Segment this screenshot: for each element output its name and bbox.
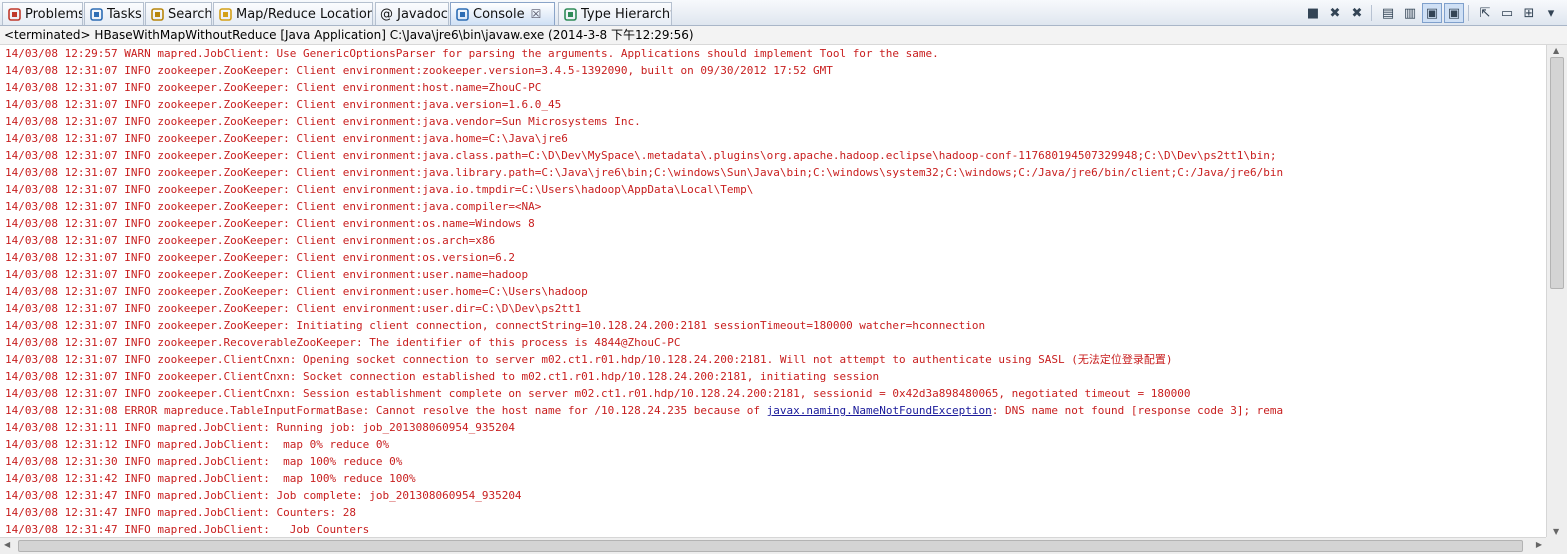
- console-line: 14/03/08 12:31:07 INFO zookeeper.ZooKeep…: [5, 268, 529, 281]
- display-selected-console-icon[interactable]: ▭: [1497, 3, 1517, 23]
- console-line: 14/03/08 12:31:07 INFO zookeeper.Recover…: [5, 336, 681, 349]
- console-line: 14/03/08 12:31:07 INFO zookeeper.ZooKeep…: [5, 166, 1284, 179]
- toolbar-separator: [1371, 5, 1372, 21]
- show-console-on-stdout-icon[interactable]: ▣: [1422, 3, 1442, 23]
- tab-label: Problems: [25, 6, 83, 22]
- console-icon: [455, 7, 470, 22]
- console-line: 14/03/08 12:31:07 INFO zookeeper.ZooKeep…: [5, 200, 542, 213]
- scroll-right-icon[interactable]: ▶: [1536, 540, 1542, 549]
- tab-label: Search: [168, 6, 212, 22]
- view-menu-icon[interactable]: ▾: [1541, 3, 1561, 23]
- problems-icon: [7, 7, 22, 22]
- console-line: 14/03/08 12:29:57 WARN mapred.JobClient:…: [5, 47, 939, 60]
- console-line: 14/03/08 12:31:08 ERROR mapreduce.TableI…: [5, 404, 1284, 417]
- open-console-icon[interactable]: ⊞: [1519, 3, 1539, 23]
- console-line: 14/03/08 12:31:07 INFO zookeeper.ZooKeep…: [5, 183, 754, 196]
- tab-map-reduce-locations[interactable]: Map/Reduce Locations: [213, 2, 373, 25]
- horizontal-scroll-thumb[interactable]: [18, 540, 1523, 552]
- remove-launch-icon[interactable]: ✖: [1325, 3, 1345, 23]
- console-line: 14/03/08 12:31:30 INFO mapred.JobClient:…: [5, 455, 403, 468]
- console-line: 14/03/08 12:31:07 INFO zookeeper.ClientC…: [5, 370, 880, 383]
- launch-status-label: <terminated> HBaseWithMapWithoutReduce […: [0, 26, 1567, 45]
- tab-tasks[interactable]: Tasks: [84, 2, 144, 25]
- show-console-on-stderr-icon[interactable]: ▣: [1444, 3, 1464, 23]
- console-output[interactable]: 14/03/08 12:29:57 WARN mapred.JobClient:…: [0, 45, 1546, 537]
- tab-console[interactable]: Console ☒: [450, 2, 555, 25]
- console-line: 14/03/08 12:31:07 INFO zookeeper.ZooKeep…: [5, 319, 986, 332]
- scroll-lock-icon[interactable]: ▥: [1400, 3, 1420, 23]
- remove-all-terminated-icon[interactable]: ✖: [1347, 3, 1367, 23]
- scroll-up-icon[interactable]: ▲: [1553, 46, 1559, 55]
- console-line: 14/03/08 12:31:42 INFO mapred.JobClient:…: [5, 472, 416, 485]
- console-line: 14/03/08 12:31:07 INFO zookeeper.ZooKeep…: [5, 302, 582, 315]
- tab-search[interactable]: Search: [145, 2, 212, 25]
- tasks-icon: [89, 7, 104, 22]
- scroll-down-icon[interactable]: ▼: [1553, 527, 1559, 536]
- close-tab-icon[interactable]: ☒: [531, 7, 542, 21]
- vertical-scroll-thumb[interactable]: [1550, 57, 1564, 289]
- console-line: 14/03/08 12:31:47 INFO mapred.JobClient:…: [5, 489, 522, 502]
- console-line: 14/03/08 12:31:07 INFO zookeeper.ZooKeep…: [5, 217, 535, 230]
- console-toolbar: ■ ✖ ✖ ▤ ▥ ▣ ▣ ⇱ ▭ ⊞ ▾: [1301, 3, 1561, 23]
- console-line: 14/03/08 12:31:07 INFO zookeeper.ZooKeep…: [5, 81, 542, 94]
- console-line: 14/03/08 12:31:47 INFO mapred.JobClient:…: [5, 506, 356, 519]
- tab-javadoc[interactable]: @ Javadoc: [375, 2, 449, 25]
- console-line: 14/03/08 12:31:12 INFO mapred.JobClient:…: [5, 438, 390, 451]
- console-line: 14/03/08 12:31:07 INFO zookeeper.ZooKeep…: [5, 285, 588, 298]
- console-line: 14/03/08 12:31:07 INFO zookeeper.ZooKeep…: [5, 251, 515, 264]
- scrollbar-corner: [1546, 537, 1567, 554]
- console-line: 14/03/08 12:31:07 INFO zookeeper.ClientC…: [5, 387, 1191, 400]
- console-line: 14/03/08 12:31:07 INFO zookeeper.ZooKeep…: [5, 149, 1277, 162]
- terminate-icon[interactable]: ■: [1303, 3, 1323, 23]
- console-line: 14/03/08 12:31:47 INFO mapred.JobClient:…: [5, 523, 370, 536]
- tab-label: Map/Reduce Locations: [236, 6, 373, 22]
- exception-link[interactable]: javax.naming.NameNotFoundException: [767, 404, 992, 417]
- clear-console-icon[interactable]: ▤: [1378, 3, 1398, 23]
- console-line: 14/03/08 12:31:07 INFO zookeeper.ClientC…: [5, 353, 1173, 366]
- toolbar-separator: [1468, 5, 1469, 21]
- type-hierarchy-icon: [563, 7, 578, 22]
- mapreduce-elephant-icon: [218, 7, 233, 22]
- console-line: 14/03/08 12:31:11 INFO mapred.JobClient:…: [5, 421, 515, 434]
- tab-label: Tasks: [107, 6, 142, 22]
- tab-type-hierarchy[interactable]: Type Hierarchy: [558, 2, 672, 25]
- console-line: 14/03/08 12:31:07 INFO zookeeper.ZooKeep…: [5, 132, 568, 145]
- tab-label: Type Hierarchy: [581, 6, 672, 22]
- console-line: 14/03/08 12:31:07 INFO zookeeper.ZooKeep…: [5, 234, 496, 247]
- tab-label: @ Javadoc: [380, 6, 448, 22]
- tab-label: Console: [473, 6, 525, 22]
- tab-problems[interactable]: Problems: [2, 2, 83, 25]
- console-line: 14/03/08 12:31:07 INFO zookeeper.ZooKeep…: [5, 115, 641, 128]
- horizontal-scrollbar[interactable]: ◀ ▶: [0, 537, 1546, 554]
- vertical-scrollbar[interactable]: ▲ ▼: [1546, 45, 1567, 537]
- pin-console-icon[interactable]: ⇱: [1475, 3, 1495, 23]
- console-lines: 14/03/08 12:29:57 WARN mapred.JobClient:…: [0, 45, 1546, 537]
- console-line: 14/03/08 12:31:07 INFO zookeeper.ZooKeep…: [5, 98, 562, 111]
- search-icon: [150, 7, 165, 22]
- console-line: 14/03/08 12:31:07 INFO zookeeper.ZooKeep…: [5, 64, 833, 77]
- scroll-left-icon[interactable]: ◀: [4, 540, 10, 549]
